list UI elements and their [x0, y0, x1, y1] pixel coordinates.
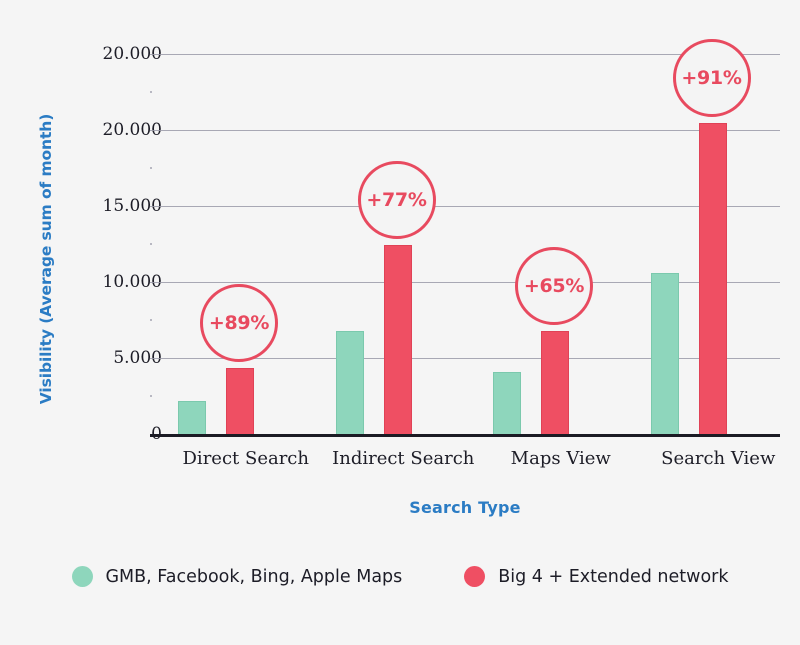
legend-label: Big 4 + Extended network	[498, 566, 729, 587]
annotation-bubble: +65%	[515, 247, 593, 326]
legend-item[interactable]: Big 4 + Extended network	[464, 566, 728, 587]
legend-swatch-icon	[464, 566, 486, 587]
plot-area	[150, 54, 780, 435]
bar[interactable]	[698, 122, 727, 435]
annotation-bubble: +89%	[200, 283, 278, 362]
bar[interactable]	[541, 331, 569, 435]
y-tick-label: 20.000	[102, 44, 162, 64]
bar[interactable]	[650, 273, 679, 435]
y-tick-label: 20.000	[102, 120, 162, 140]
bar-group	[150, 55, 308, 435]
annotation-bubble: +91%	[672, 38, 751, 117]
bar[interactable]	[493, 372, 521, 435]
legend-item[interactable]: GMB, Facebook, Bing, Apple Maps	[71, 566, 403, 587]
bar[interactable]	[335, 331, 364, 435]
y-tick-label: 0	[42, 424, 162, 444]
chart-legend: GMB, Facebook, Bing, Apple Maps Big 4 + E…	[0, 566, 800, 587]
annotation-bubble: +77%	[357, 160, 436, 239]
y-tick-label: 10.000	[102, 272, 162, 292]
bar-group	[465, 55, 623, 435]
bar[interactable]	[178, 401, 206, 435]
bar-chart: Visibility (Average sum of month) Search…	[0, 0, 800, 645]
bar[interactable]	[383, 244, 412, 435]
legend-swatch-icon	[71, 566, 93, 587]
bar-group	[308, 55, 466, 435]
legend-label: GMB, Facebook, Bing, Apple Maps	[105, 566, 403, 587]
y-tick-label: 5.000	[113, 348, 162, 368]
x-axis-baseline	[150, 434, 780, 437]
y-tick-label: 15.000	[102, 196, 162, 216]
x-tick-label: Search View	[661, 448, 776, 469]
bar[interactable]	[226, 367, 254, 435]
x-axis-title: Search Type	[409, 498, 521, 517]
